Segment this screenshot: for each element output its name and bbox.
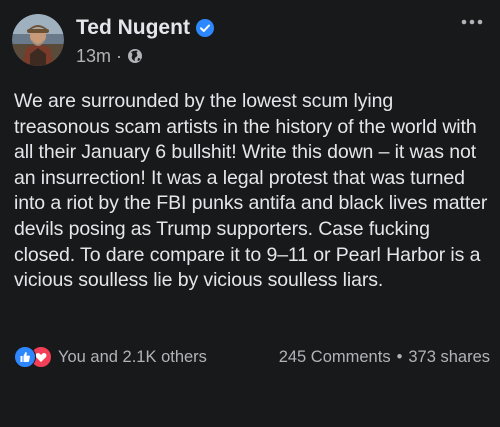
avatar[interactable] [12, 14, 64, 66]
facebook-post: Ted Nugent 13m · We are surrounded by th… [0, 0, 500, 427]
verified-badge-icon [195, 18, 214, 37]
reactions-summary[interactable]: You and 2.1K others [14, 346, 207, 368]
post-text: We are surrounded by the lowest scum lyi… [14, 90, 488, 292]
profile-photo-icon [12, 14, 64, 66]
shares-count[interactable]: 373 shares [408, 348, 490, 367]
separator-dot: · [116, 45, 123, 66]
author-name[interactable]: Ted Nugent [76, 15, 190, 41]
more-horizontal-icon [461, 19, 483, 25]
separator-dot: • [396, 347, 403, 366]
comments-count[interactable]: 245 Comments [279, 348, 391, 367]
like-icon [14, 346, 36, 368]
post-footer: You and 2.1K others 245 Comments • 373 s… [14, 345, 490, 369]
globe-icon[interactable] [127, 48, 143, 64]
post-header: Ted Nugent 13m · [12, 12, 214, 68]
reaction-icons [14, 346, 52, 368]
post-meta: Ted Nugent 13m · [76, 15, 214, 66]
post-subline: 13m · [76, 46, 214, 66]
engagement-stats: 245 Comments • 373 shares [279, 348, 490, 367]
more-options-button[interactable] [458, 12, 486, 32]
author-row: Ted Nugent [76, 15, 214, 41]
timestamp[interactable]: 13m [76, 46, 111, 66]
reaction-count[interactable]: You and 2.1K others [58, 348, 207, 367]
